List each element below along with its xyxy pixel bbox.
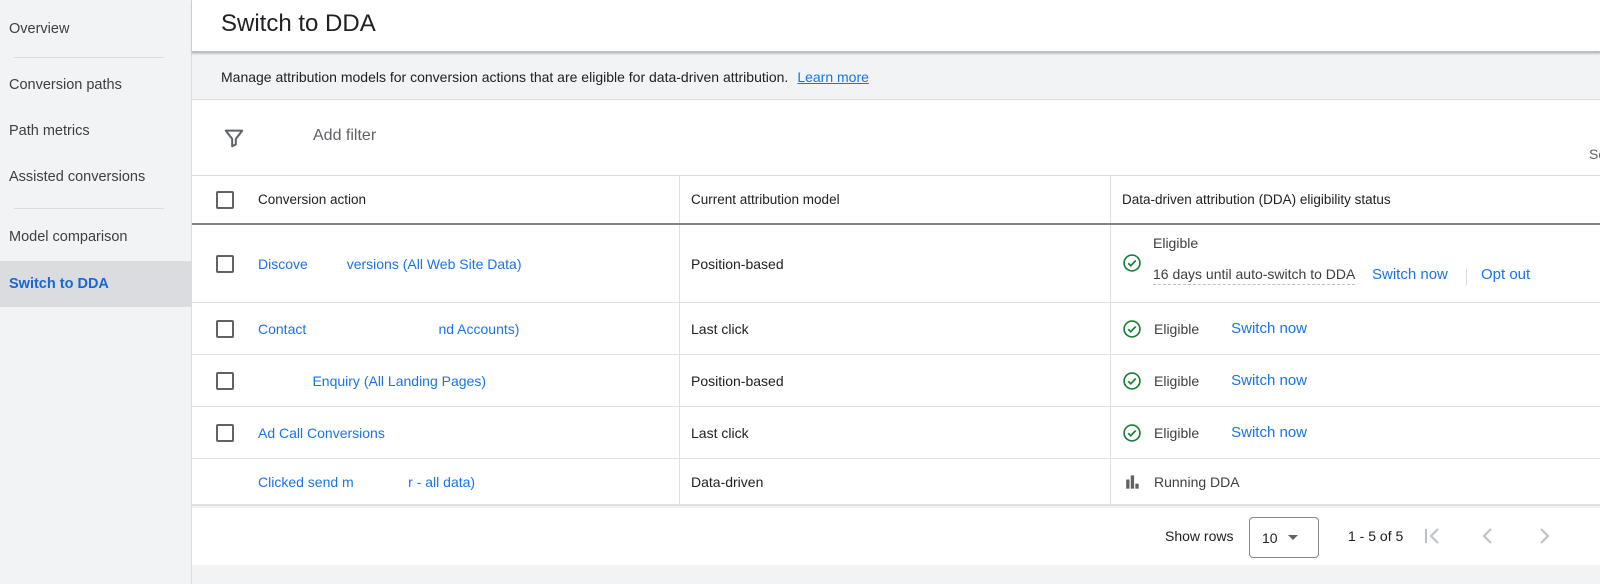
conversion-action-link[interactable]: Contact nd Accounts): [258, 321, 519, 337]
conversion-action-link[interactable]: Ad Call Conversions: [258, 425, 385, 441]
bar-chart-icon: [1126, 474, 1139, 489]
search-truncated-label[interactable]: Se: [1589, 146, 1600, 162]
next-page-icon[interactable]: [1532, 524, 1556, 548]
attribution-model-value: Last click: [691, 320, 749, 337]
auto-switch-countdown[interactable]: 16 days until auto-switch to DDA: [1153, 266, 1356, 285]
row-checkbox[interactable]: [216, 254, 234, 273]
conversion-actions-table: Conversion action Current attribution mo…: [192, 176, 1600, 506]
filter-bar: Add filter Se: [192, 100, 1600, 176]
info-text: Manage attribution models for conversion…: [221, 69, 789, 85]
switch-now-button[interactable]: Switch now: [1231, 372, 1307, 389]
status-text: Eligible: [1154, 372, 1200, 389]
attribution-model-cell: Last click: [679, 407, 1110, 458]
previous-page-icon[interactable]: [1476, 524, 1500, 548]
status-text: Eligible: [1154, 424, 1200, 441]
conversion-action-link[interactable]: Discove versions (All Web Site Data): [258, 256, 522, 272]
sidebar-item-switch-to-dda[interactable]: Switch to DDA: [0, 261, 191, 307]
sidebar-item-assisted-conversions[interactable]: Assisted conversions: [0, 154, 191, 200]
status-text: Eligible: [1154, 320, 1200, 337]
status-icon-wrapper: [1122, 253, 1154, 276]
attribution-model-cell: Position-based: [679, 225, 1110, 302]
sidebar-item-model-comparison[interactable]: Model comparison: [0, 214, 191, 260]
table-header-row: Conversion action Current attribution mo…: [192, 176, 1600, 225]
conversion-action-cell: Discove versions (All Web Site Data): [192, 225, 679, 302]
status-group: Eligible 16 days until auto-switch to DD…: [1111, 225, 1600, 302]
sidebar-item-conversion-paths[interactable]: Conversion paths: [0, 62, 191, 108]
attribution-model-value: Data-driven: [691, 473, 764, 490]
caret-down-icon: [1287, 535, 1298, 540]
sidebar-divider: [14, 57, 164, 58]
pagination-range: 1 - 5 of 5: [1348, 528, 1404, 544]
page-title: Switch to DDA: [221, 10, 376, 37]
dda-status-cell: Running DDA: [1110, 459, 1600, 504]
status-text: Eligible: [1153, 235, 1199, 251]
check-circle-icon: [1123, 319, 1141, 338]
attribution-model-cell: Position-based: [679, 355, 1110, 406]
dda-status-cell: Eligible Switch now: [1110, 407, 1600, 458]
column-header-label: Current attribution model: [691, 192, 840, 207]
switch-now-button[interactable]: Switch now: [1231, 320, 1307, 337]
row-checkbox[interactable]: [216, 371, 234, 390]
sidebar-item-path-metrics[interactable]: Path metrics: [0, 108, 191, 154]
rows-per-page-value: 10: [1262, 529, 1278, 546]
table-row: Clicked send m r - all data) Data-driven…: [192, 459, 1600, 506]
row-checkbox[interactable]: [216, 319, 234, 338]
table-row: Contact nd Accounts) Last click Eligible…: [192, 303, 1600, 355]
check-circle-icon: [1123, 423, 1141, 442]
table-row: Enquiry (All Landing Pages) Position-bas…: [192, 355, 1600, 407]
title-bar: Switch to DDA: [192, 0, 1600, 53]
attribution-model-value: Last click: [691, 424, 749, 441]
attribution-model-value: Position-based: [691, 255, 784, 272]
main-content: Switch to DDA Manage attribution models …: [192, 0, 1600, 584]
action-divider: [1466, 269, 1467, 285]
learn-more-link[interactable]: Learn more: [797, 69, 869, 85]
dda-status-cell: Eligible Switch now: [1110, 355, 1600, 406]
conversion-action-cell: Clicked send m r - all data): [192, 459, 679, 504]
app: Overview Conversion paths Path metrics A…: [0, 0, 1600, 584]
conversion-action-cell: Contact nd Accounts): [192, 303, 679, 354]
sidebar-divider: [14, 208, 164, 209]
dda-status-cell: Eligible 16 days until auto-switch to DD…: [1110, 225, 1600, 302]
sidebar-item-overview[interactable]: Overview: [0, 6, 191, 52]
switch-now-button[interactable]: Switch now: [1372, 266, 1448, 283]
pagination-bar: Show rows 10 1 - 5 of 5: [192, 508, 1600, 565]
conversion-action-link[interactable]: Clicked send m r - all data): [258, 474, 475, 490]
switch-now-button[interactable]: Switch now: [1231, 424, 1307, 441]
attribution-model-cell: Data-driven: [679, 459, 1110, 504]
opt-out-button[interactable]: Opt out: [1481, 266, 1530, 283]
dda-status-cell: Eligible Switch now: [1110, 303, 1600, 354]
column-header-conversion-action[interactable]: Conversion action: [192, 176, 679, 223]
sidebar: Overview Conversion paths Path metrics A…: [0, 0, 192, 584]
attribution-model-value: Position-based: [691, 372, 784, 389]
column-header-attribution-model[interactable]: Current attribution model: [679, 176, 1110, 223]
status-text: Running DDA: [1154, 473, 1240, 490]
table-row: Discove versions (All Web Site Data) Pos…: [192, 225, 1600, 303]
column-header-label: Conversion action: [258, 192, 367, 207]
select-all-checkbox[interactable]: [216, 190, 234, 209]
first-page-icon[interactable]: [1420, 524, 1444, 548]
info-banner: Manage attribution models for conversion…: [192, 55, 1600, 100]
check-circle-icon: [1123, 254, 1141, 272]
rows-per-page-select[interactable]: 10: [1249, 517, 1319, 558]
table-row: Ad Call Conversions Last click Eligible …: [192, 407, 1600, 459]
row-checkbox[interactable]: [216, 423, 234, 442]
filter-icon[interactable]: [223, 127, 245, 149]
column-header-dda-status[interactable]: Data-driven attribution (DDA) eligibilit…: [1110, 176, 1600, 223]
column-header-label: Data-driven attribution (DDA) eligibilit…: [1122, 192, 1391, 207]
attribution-model-cell: Last click: [679, 303, 1110, 354]
conversion-action-cell: Ad Call Conversions: [192, 407, 679, 458]
check-circle-icon: [1123, 371, 1141, 390]
conversion-action-cell: Enquiry (All Landing Pages): [192, 355, 679, 406]
conversion-action-link[interactable]: Enquiry (All Landing Pages): [258, 373, 486, 389]
add-filter-button[interactable]: Add filter: [313, 127, 376, 145]
show-rows-label: Show rows: [1165, 528, 1234, 544]
